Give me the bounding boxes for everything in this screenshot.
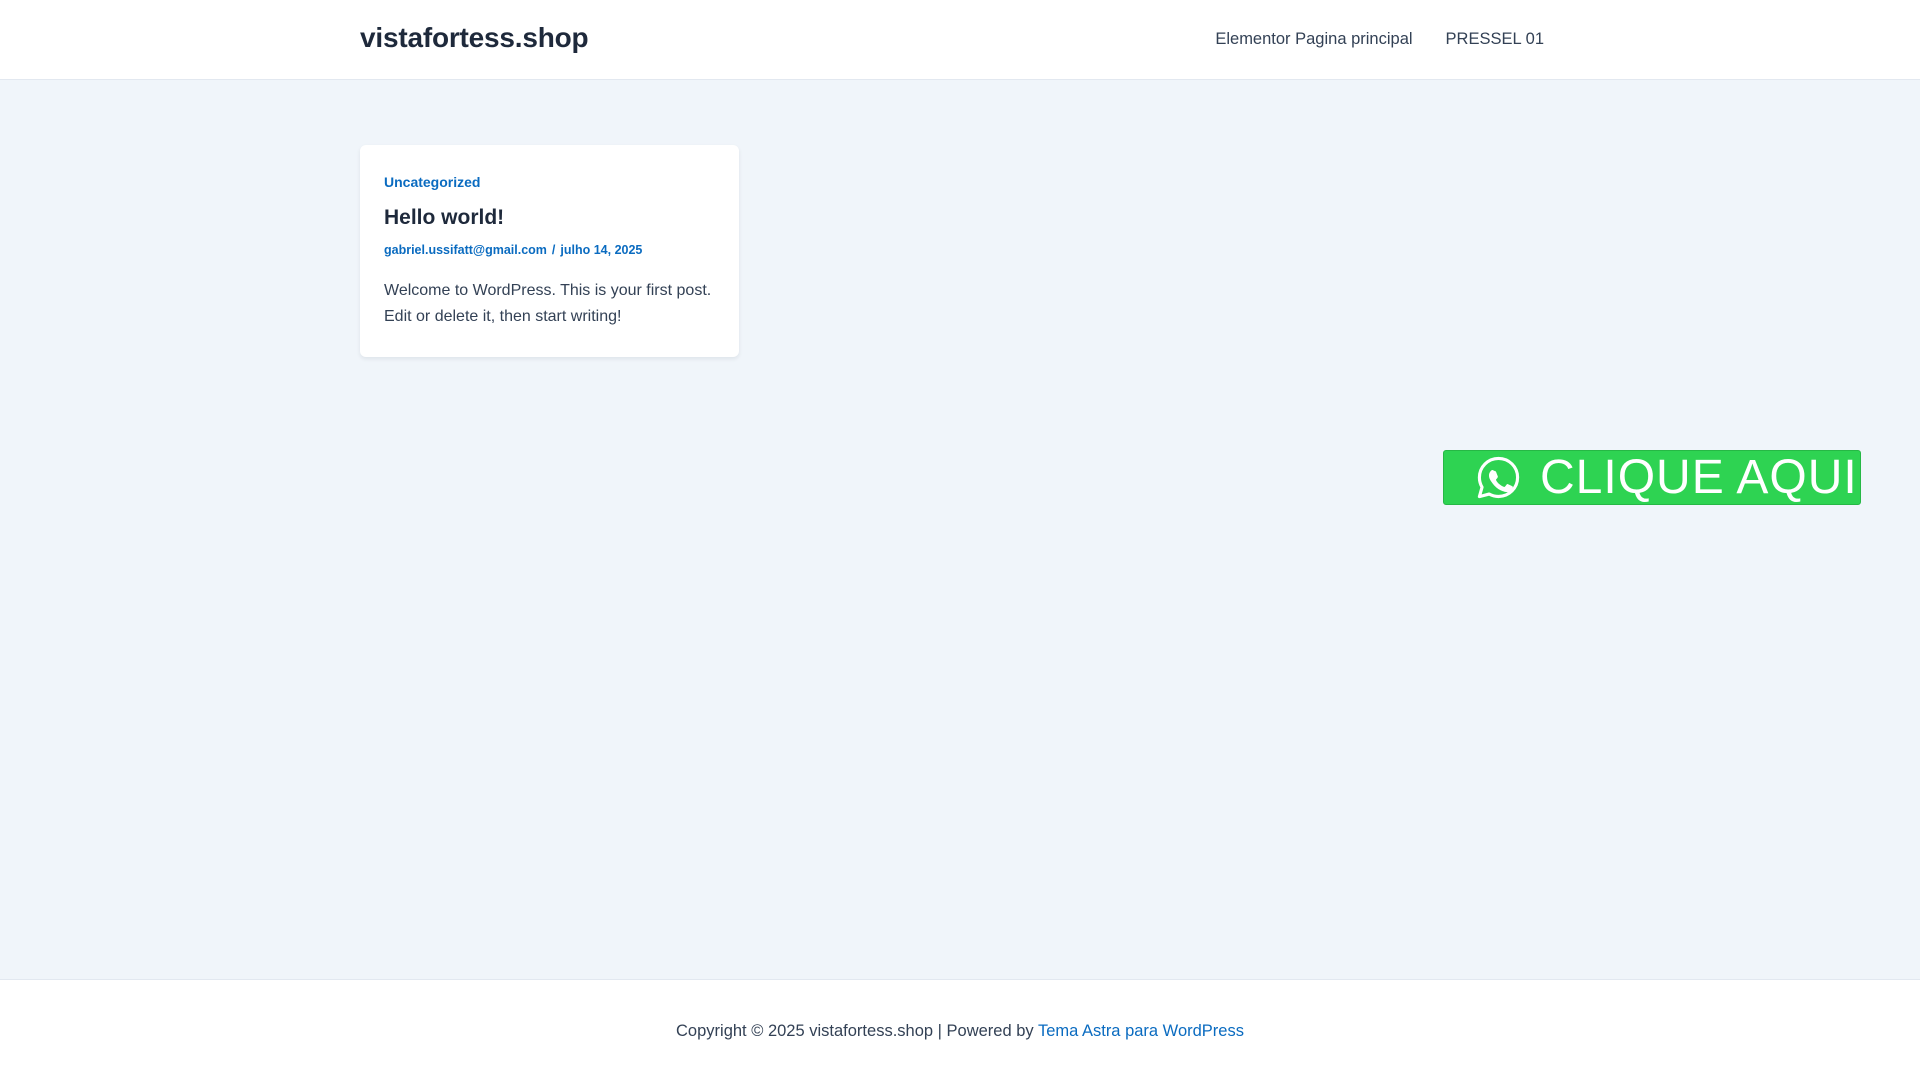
primary-nav: Elementor Pagina principal PRESSEL 01 [1215,30,1544,49]
post-card: Uncategorized Hello world! gabriel.ussif… [360,145,739,357]
post-meta: gabriel.ussifatt@gmail.com / julho 14, 2… [384,243,715,257]
post-excerpt: Welcome to WordPress. This is your first… [384,282,712,325]
whatsapp-icon [1477,456,1520,499]
meta-separator: / [551,243,556,257]
whatsapp-cta-button[interactable]: CLIQUE AQUI [1443,450,1861,505]
post-author-link[interactable]: gabriel.ussifatt@gmail.com [384,243,547,257]
whatsapp-button-label: CLIQUE AQUI [1540,450,1858,504]
site-footer: Copyright © 2025 vistafortess.shop | Pow… [0,979,1920,1080]
footer-copyright: Copyright © 2025 vistafortess.shop | Pow… [0,1022,1920,1041]
post-date-link[interactable]: julho 14, 2025 [560,243,642,257]
site-header: vistafortess.shop Elementor Pagina princ… [0,0,1920,80]
theme-credit-link[interactable]: Tema Astra para WordPress [1038,1022,1244,1040]
post-category-link[interactable]: Uncategorized [384,174,715,190]
site-title-link[interactable]: vistafortess.shop [360,22,589,54]
post-title-link[interactable]: Hello world! [384,206,715,230]
nav-item-elementor-pagina-principal[interactable]: Elementor Pagina principal [1215,30,1412,49]
nav-item-pressel-01[interactable]: PRESSEL 01 [1446,30,1544,49]
copyright-text: Copyright © 2025 vistafortess.shop | Pow… [676,1022,1034,1040]
